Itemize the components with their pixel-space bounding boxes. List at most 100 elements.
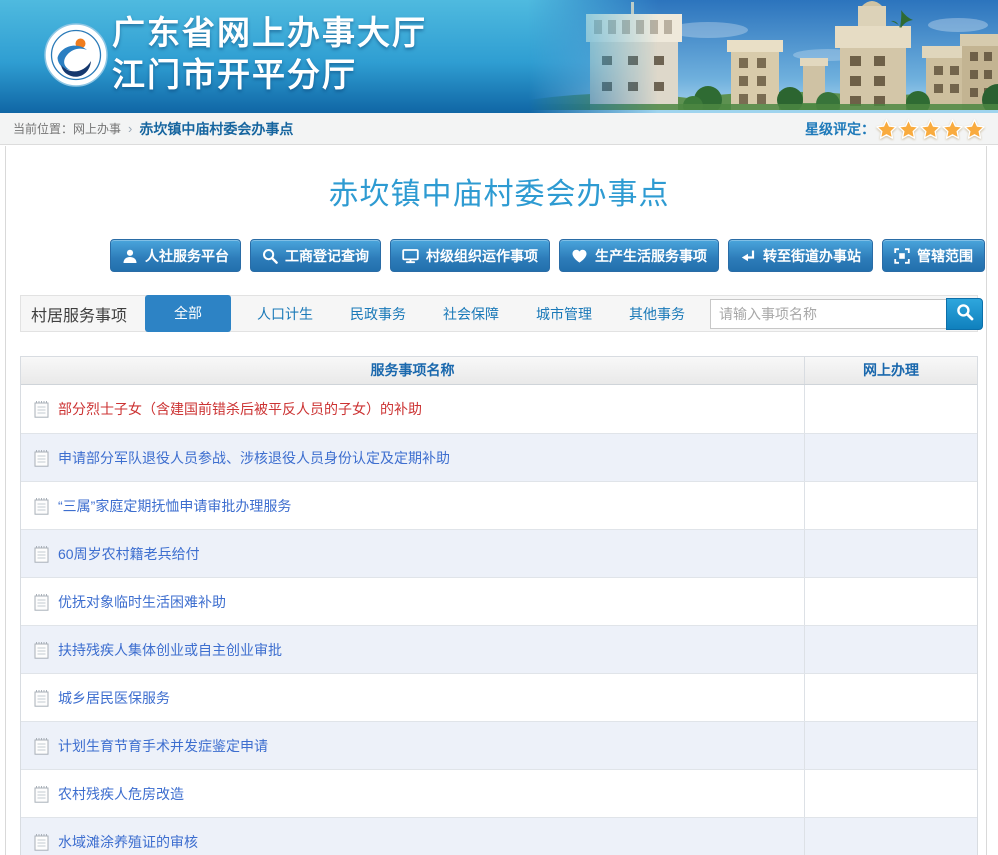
tab-all[interactable]: 全部: [145, 295, 231, 332]
site-logo-icon: [44, 23, 108, 87]
search-button[interactable]: [946, 298, 983, 330]
service-name-cell: 农村残疾人危房改造: [21, 770, 805, 817]
search-icon: [956, 303, 974, 324]
document-icon: [34, 785, 49, 803]
service-name-cell: “三属”家庭定期抚恤申请审批办理服务: [21, 482, 805, 529]
quick-links-row: 人社服务平台 工商登记查询 村级组织运作事项 生产生活服务事项 转至街道办事站 …: [0, 239, 998, 272]
business-registration-query-button[interactable]: 工商登记查询: [250, 239, 381, 272]
expand-icon: [894, 248, 910, 264]
online-processing-cell: [805, 482, 977, 529]
tab-social-security[interactable]: 社会保障: [443, 304, 499, 324]
service-item-link[interactable]: 水域滩涂养殖证的审核: [58, 832, 198, 852]
breadcrumb-bar: 当前位置： 网上办事 › 赤坎镇中庙村委会办事点 星级评定：: [0, 113, 998, 145]
document-icon: [34, 449, 49, 467]
site-title: 广东省网上办事大厅 江门市开平分厅: [112, 12, 427, 96]
services-table: 服务事项名称 网上办理 部分烈士子女（含建国前错杀后被平反人员的子女）的补助 申…: [20, 356, 978, 855]
breadcrumb-current: 赤坎镇中庙村委会办事点: [139, 119, 293, 139]
service-name-cell: 60周岁农村籍老兵给付: [21, 530, 805, 577]
search-input[interactable]: [710, 299, 947, 329]
heart-icon: [571, 248, 588, 264]
document-icon: [34, 737, 49, 755]
social-services-platform-button[interactable]: 人社服务平台: [110, 239, 241, 272]
table-row: 部分烈士子女（含建国前错杀后被平反人员的子女）的补助: [21, 385, 977, 433]
rating-label: 星级评定：: [805, 119, 875, 139]
tab-other-affairs[interactable]: 其他事务: [629, 304, 685, 324]
page-title: 赤坎镇中庙村委会办事点: [0, 174, 998, 216]
search-box: [710, 298, 983, 330]
person-icon: [122, 248, 138, 264]
document-icon: [34, 400, 49, 418]
page-right-border: [986, 146, 987, 855]
breadcrumb-separator: ›: [128, 121, 132, 136]
table-row: 农村残疾人危房改造: [21, 769, 977, 817]
service-name-cell: 扶持残疾人集体创业或自主创业审批: [21, 626, 805, 673]
online-processing-cell: [805, 434, 977, 481]
service-name-cell: 优抚对象临时生活困难补助: [21, 578, 805, 625]
service-name-cell: 申请部分军队退役人员参战、涉核退役人员身份认定及定期补助: [21, 434, 805, 481]
go-to-street-office-button[interactable]: 转至街道办事站: [728, 239, 873, 272]
online-processing-cell: [805, 578, 977, 625]
document-icon: [34, 641, 49, 659]
service-filter-bar: 村居服务事项 全部 人口计生 民政事务 社会保障 城市管理 其他事务: [20, 295, 978, 332]
service-item-link[interactable]: 城乡居民医保服务: [58, 688, 170, 708]
quick-link-label: 人社服务平台: [145, 246, 229, 266]
breadcrumb-label: 当前位置：: [13, 120, 73, 137]
quick-link-label: 村级组织运作事项: [426, 246, 538, 266]
column-header-online-processing: 网上办理: [805, 357, 977, 384]
document-icon: [34, 593, 49, 611]
table-header-row: 服务事项名称 网上办理: [21, 357, 977, 385]
tab-population-family-planning[interactable]: 人口计生: [257, 304, 313, 324]
document-icon: [34, 497, 49, 515]
quick-link-label: 管辖范围: [917, 246, 973, 266]
quick-link-label: 生产生活服务事项: [595, 246, 707, 266]
service-name-cell: 计划生育节育手术并发症鉴定申请: [21, 722, 805, 769]
online-processing-cell: [805, 722, 977, 769]
online-processing-cell: [805, 385, 977, 433]
breadcrumb-parent-link[interactable]: 网上办事: [73, 120, 121, 137]
return-arrow-icon: [740, 248, 756, 264]
star-icon[interactable]: [876, 119, 897, 139]
table-row: 60周岁农村籍老兵给付: [21, 529, 977, 577]
column-header-service-name: 服务事项名称: [21, 357, 805, 384]
tab-city-management[interactable]: 城市管理: [536, 304, 592, 324]
service-item-link[interactable]: 计划生育节育手术并发症鉴定申请: [58, 736, 268, 756]
site-header: 广东省网上办事大厅 江门市开平分厅: [0, 0, 998, 113]
diaolou-towers-photo: [528, 0, 998, 113]
table-row: 水域滩涂养殖证的审核: [21, 817, 977, 855]
quick-link-label: 转至街道办事站: [763, 246, 861, 266]
star-icon[interactable]: [898, 119, 919, 139]
site-title-line1: 广东省网上办事大厅: [112, 12, 427, 54]
service-item-link[interactable]: 部分烈士子女（含建国前错杀后被平反人员的子女）的补助: [58, 399, 422, 419]
service-item-link[interactable]: 60周岁农村籍老兵给付: [58, 544, 200, 564]
jurisdiction-scope-button[interactable]: 管辖范围: [882, 239, 985, 272]
quick-link-label: 工商登记查询: [285, 246, 369, 266]
online-processing-cell: [805, 770, 977, 817]
table-row: 优抚对象临时生活困难补助: [21, 577, 977, 625]
star-icon[interactable]: [942, 119, 963, 139]
star-icon[interactable]: [964, 119, 985, 139]
document-icon: [34, 833, 49, 851]
tab-civil-affairs[interactable]: 民政事务: [350, 304, 406, 324]
monitor-icon: [402, 248, 419, 264]
service-item-link[interactable]: 农村残疾人危房改造: [58, 784, 184, 804]
star-rating: 星级评定：: [805, 119, 985, 139]
filter-bar-title: 村居服务事项: [31, 302, 127, 326]
search-icon: [262, 248, 278, 264]
star-icon[interactable]: [920, 119, 941, 139]
service-name-cell: 水域滩涂养殖证的审核: [21, 818, 805, 855]
service-item-link[interactable]: 申请部分军队退役人员参战、涉核退役人员身份认定及定期补助: [58, 448, 450, 468]
village-organization-operations-button[interactable]: 村级组织运作事项: [390, 239, 550, 272]
service-item-link[interactable]: 扶持残疾人集体创业或自主创业审批: [58, 640, 282, 660]
online-processing-cell: [805, 530, 977, 577]
table-row: 申请部分军队退役人员参战、涉核退役人员身份认定及定期补助: [21, 433, 977, 481]
table-row: 城乡居民医保服务: [21, 673, 977, 721]
online-processing-cell: [805, 818, 977, 855]
table-row: 计划生育节育手术并发症鉴定申请: [21, 721, 977, 769]
site-title-line2: 江门市开平分厅: [112, 54, 427, 96]
online-processing-cell: [805, 674, 977, 721]
document-icon: [34, 689, 49, 707]
production-life-services-button[interactable]: 生产生活服务事项: [559, 239, 719, 272]
table-row: 扶持残疾人集体创业或自主创业审批: [21, 625, 977, 673]
service-item-link[interactable]: “三属”家庭定期抚恤申请审批办理服务: [58, 496, 291, 516]
service-item-link[interactable]: 优抚对象临时生活困难补助: [58, 592, 226, 612]
